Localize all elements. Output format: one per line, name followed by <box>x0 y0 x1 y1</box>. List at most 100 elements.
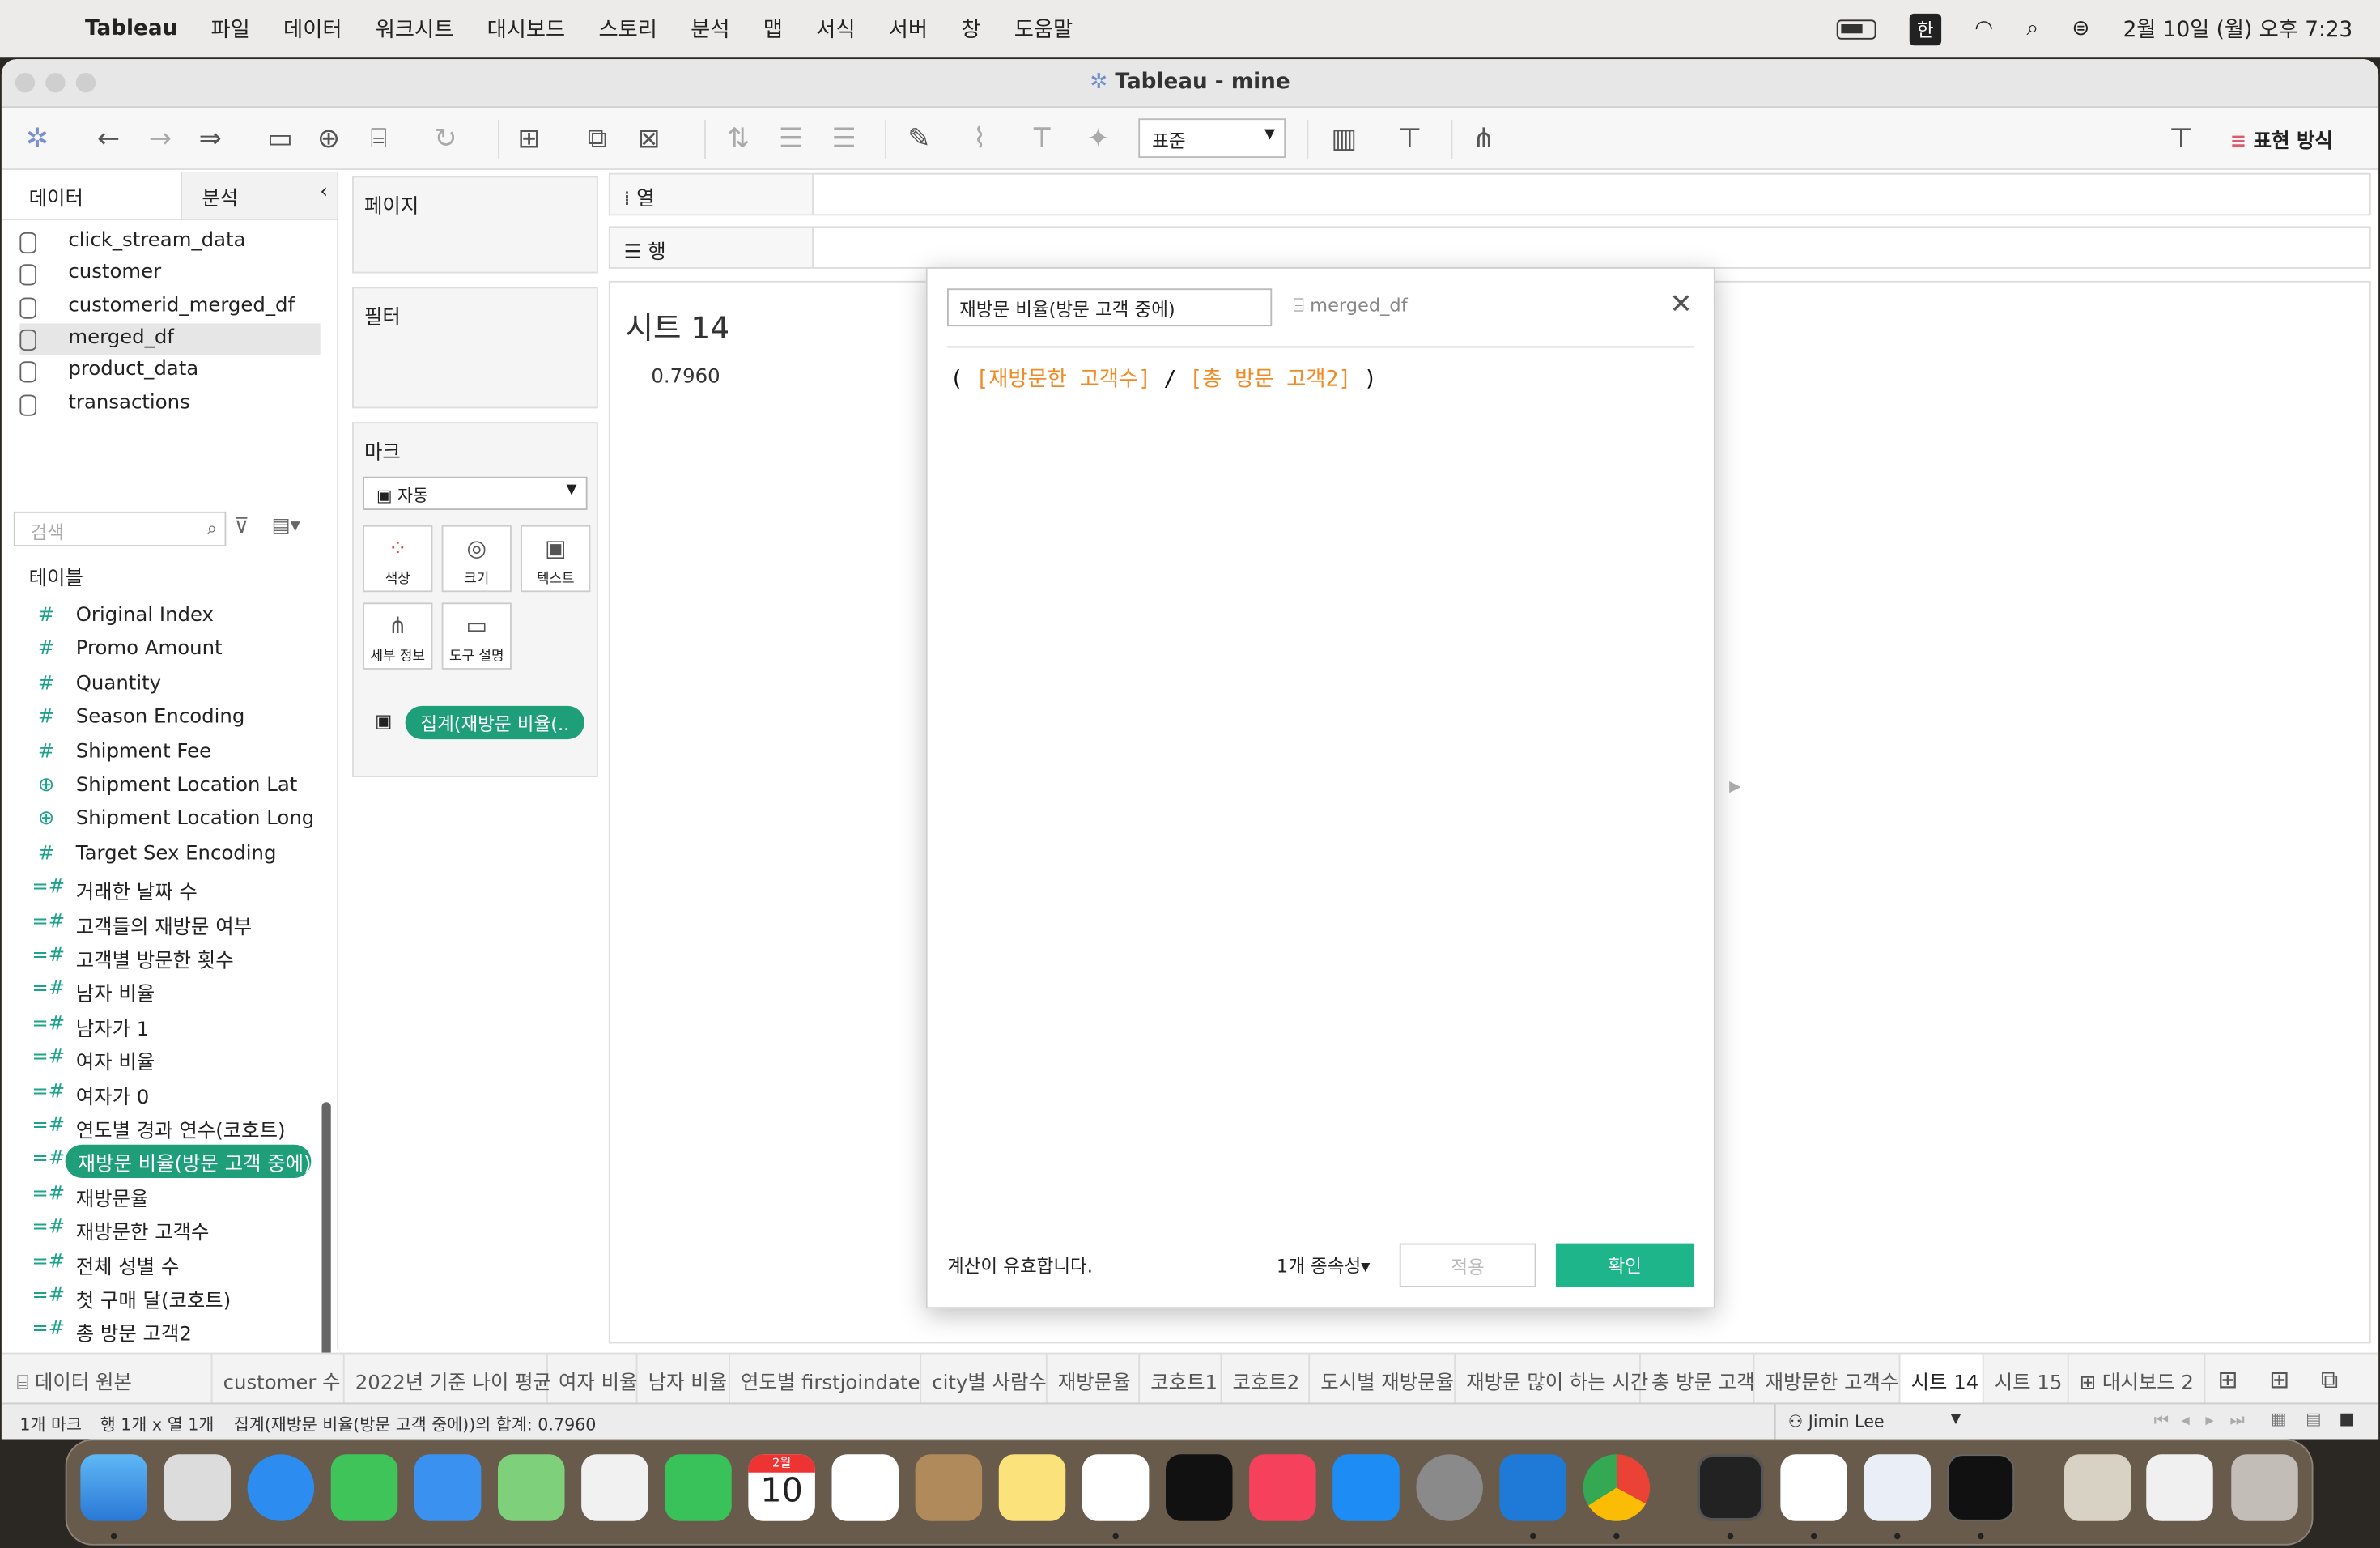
datasource-item[interactable]: customerid_merged_df <box>19 291 320 322</box>
field-item[interactable]: =# 연도별 경과 연수(코호트) <box>2 1112 314 1145</box>
show-labels-icon[interactable]: T <box>1034 123 1051 155</box>
highlight-icon[interactable]: ✎ <box>907 123 930 155</box>
field-item[interactable]: # Season Encoding <box>2 703 314 736</box>
menu-map[interactable]: 맵 <box>763 14 783 45</box>
save-icon[interactable]: ▭ <box>267 123 293 155</box>
sheet-tab[interactable]: city별 사람수 <box>921 1354 1048 1405</box>
recent-documents-icon[interactable] <box>2146 1454 2213 1521</box>
chrome-icon[interactable] <box>1583 1454 1651 1521</box>
notes-icon[interactable] <box>998 1454 1066 1521</box>
show-cards-icon[interactable]: ▥ <box>1331 123 1357 155</box>
datasource-item[interactable]: merged_df <box>19 323 321 355</box>
sheet-tab[interactable]: 재방문한 고객수 <box>1755 1354 1901 1405</box>
menu-data[interactable]: 데이터 <box>283 14 342 45</box>
downloads-stack-icon[interactable] <box>2064 1454 2131 1521</box>
field-item[interactable]: =# 여자 비율 <box>2 1043 314 1076</box>
maps-icon[interactable] <box>498 1454 565 1521</box>
facetime-icon[interactable] <box>665 1454 732 1521</box>
field-item[interactable]: # Quantity <box>2 669 314 702</box>
field-item[interactable]: =# 재방문율 <box>2 1179 314 1212</box>
field-item[interactable]: # Promo Amount <box>2 635 314 668</box>
sheet-tab[interactable]: 총 방문 고객 <box>1641 1354 1755 1405</box>
user-menu[interactable]: ⚇ Jimin Lee ▼ <box>1774 1404 1976 1440</box>
reminders-icon[interactable] <box>831 1454 899 1521</box>
ok-button[interactable]: 확인 <box>1555 1243 1694 1287</box>
sheet-tab[interactable]: ⊞ 대시보드 2 <box>2069 1354 2206 1405</box>
menu-help[interactable]: 도움말 <box>1014 14 1073 45</box>
field-item[interactable]: =# 고객들의 재방문 여부 <box>2 907 314 940</box>
sort-ascending-icon[interactable]: ☰ <box>779 123 803 155</box>
filters-card[interactable]: 필터 <box>352 287 598 409</box>
new-story-tab-icon[interactable]: ⧉ <box>2321 1365 2338 1396</box>
sheet-nav-last-icon[interactable]: ⏭ <box>2229 1410 2245 1431</box>
messages-icon[interactable] <box>330 1454 398 1521</box>
detail-button[interactable]: ⋔ 세부 정보 <box>363 602 433 670</box>
tab-data-source[interactable]: ⌸ 데이터 원본 <box>2 1354 213 1405</box>
pin-axes-icon[interactable]: ✦ <box>1087 123 1110 155</box>
new-worksheet-tab-icon[interactable]: ⊞ <box>2217 1365 2238 1394</box>
close-icon[interactable]: ✕ <box>1669 288 1692 320</box>
sheet-tab[interactable]: 남자 비율 <box>638 1354 730 1405</box>
view-options-icon[interactable]: ▤▾ <box>272 515 300 538</box>
sheet-nav-first-icon[interactable]: ⏮ <box>2154 1410 2170 1431</box>
tab-analysis[interactable]: 분석 ‹ <box>182 171 338 219</box>
mark-pill-aggregate[interactable]: 집계(재방문 비율(.. <box>405 705 584 740</box>
apple-tv-icon[interactable] <box>1166 1454 1233 1521</box>
sheet-tab[interactable]: 시트 15 <box>1984 1354 2069 1405</box>
sheet-tab[interactable]: 시트 14 <box>1900 1354 1984 1405</box>
menu-app-name[interactable]: Tableau <box>85 17 177 41</box>
field-item[interactable]: # Shipment Fee <box>2 737 314 770</box>
menu-analysis[interactable]: 분석 <box>691 14 729 45</box>
formula-editor[interactable]: ( [재방문한 고객수] / [총 방문 고객2] ) <box>950 363 1377 393</box>
label-button[interactable]: ▣ 텍스트 <box>521 525 591 593</box>
datasource-item[interactable]: transactions <box>19 388 320 419</box>
new-dashboard-tab-icon[interactable]: ⊞ <box>2269 1365 2289 1394</box>
calc-name-input[interactable]: 재방문 비율(방문 고객 중에) <box>947 288 1273 327</box>
replay-icon[interactable]: ⇒ <box>199 123 222 155</box>
control-center-icon[interactable]: ⊜ <box>2072 17 2089 41</box>
tableau-icon[interactable] <box>1864 1454 1931 1521</box>
format-painter-icon[interactable]: ⊤ <box>2169 123 2192 155</box>
app-store-icon[interactable] <box>1332 1454 1400 1521</box>
group-icon[interactable]: ⌇ <box>973 123 986 155</box>
pages-card[interactable]: 페이지 <box>352 176 598 274</box>
new-datasource-icon[interactable]: ⊕ <box>317 123 340 155</box>
filmstrip-icon[interactable]: ▤ <box>2306 1409 2322 1428</box>
redo-icon[interactable]: → <box>149 123 172 155</box>
fit-select[interactable]: 표준 ▼ <box>1138 118 1286 158</box>
show-me-button[interactable]: ≡ 표현 방식 <box>2230 125 2333 153</box>
sheet-tab[interactable]: 코호트2 <box>1222 1354 1311 1405</box>
tableau-start-icon[interactable]: ✲ <box>26 123 49 155</box>
tooltip-button[interactable]: ▭ 도구 설명 <box>441 602 512 670</box>
duplicate-sheet-icon[interactable]: ⧉ <box>588 123 607 155</box>
sheet-tab[interactable]: 여자 비율 <box>548 1354 638 1405</box>
new-worksheet-icon[interactable]: ⊞ <box>517 123 540 155</box>
sheet-nav-prev-icon[interactable]: ◂ <box>2181 1410 2189 1430</box>
field-item[interactable]: =# 재방문한 고객수 <box>2 1213 314 1246</box>
battery-icon[interactable] <box>1836 19 1876 39</box>
clear-sheet-icon[interactable]: ⊠ <box>638 123 661 155</box>
datasource-item[interactable]: customer <box>19 258 320 290</box>
slack-icon[interactable] <box>1780 1454 1847 1521</box>
activity-monitor-icon[interactable] <box>1697 1454 1764 1521</box>
trash-icon[interactable] <box>2231 1454 2298 1521</box>
freeform-icon[interactable] <box>1082 1454 1150 1521</box>
sheet-tab[interactable]: 재방문율 <box>1048 1354 1141 1405</box>
rows-shelf[interactable]: ☰ 행 <box>608 226 2371 269</box>
terminal-icon[interactable] <box>1947 1454 2015 1521</box>
datasource-item[interactable]: click_stream_data <box>19 226 320 257</box>
menu-file[interactable]: 파일 <box>210 14 249 45</box>
filter-icon[interactable]: ⊽ <box>234 515 249 539</box>
safari-icon[interactable] <box>247 1454 315 1521</box>
field-item[interactable]: ⊕ Shipment Location Lat <box>2 772 314 805</box>
view-value[interactable]: 0.7960 <box>651 366 720 389</box>
menu-window[interactable]: 창 <box>961 14 980 45</box>
datasource-options-icon[interactable]: ⌸ <box>371 123 387 155</box>
input-method-indicator[interactable]: 한 <box>1909 12 1941 45</box>
field-item[interactable]: =# 전체 성별 수 <box>2 1247 314 1280</box>
field-item[interactable]: # Original Index <box>2 602 314 635</box>
photos-icon[interactable] <box>581 1454 648 1521</box>
contacts-icon[interactable] <box>915 1454 983 1521</box>
menu-dashboard[interactable]: 대시보드 <box>487 14 566 45</box>
datasource-item[interactable]: product_data <box>19 355 320 387</box>
